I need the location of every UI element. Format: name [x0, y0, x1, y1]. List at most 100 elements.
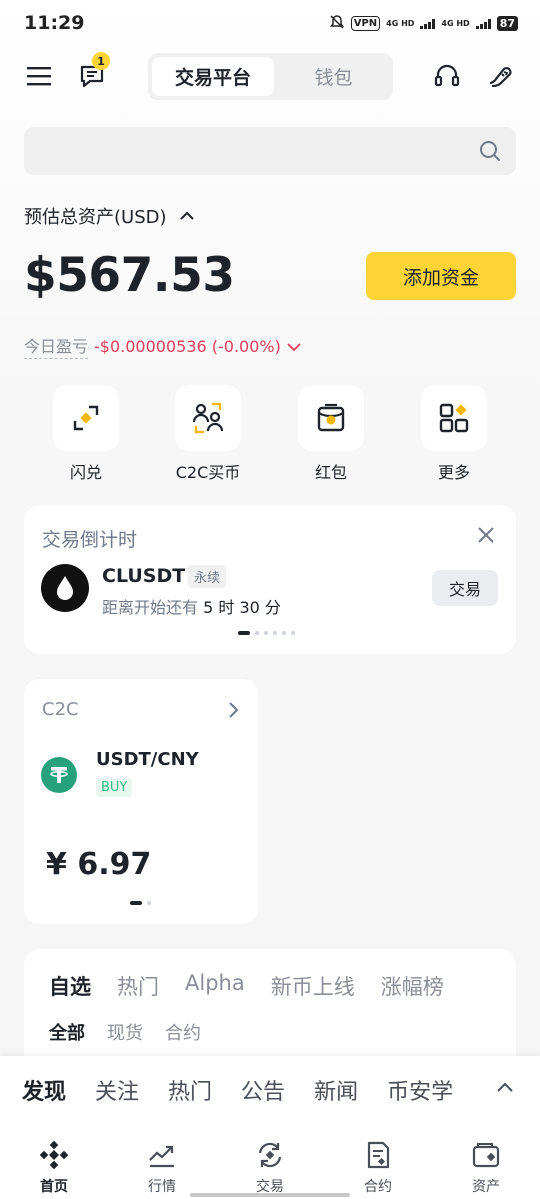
nav-label: 资产 [472, 1179, 500, 1195]
shortcut-label: 更多 [437, 463, 470, 482]
perpetual-tag: 永续 [188, 565, 227, 588]
platform-switch: 交易平台 钱包 [148, 53, 393, 100]
signal-2-icon [475, 18, 491, 29]
estimated-balance-label[interactable]: 预估总资产(USD) [24, 203, 194, 229]
tab-hot[interactable]: 热门 [117, 971, 159, 1001]
nav-markets[interactable]: 行情 [108, 1138, 216, 1196]
coin-logo-icon [41, 564, 89, 612]
c2c-header: C2C [42, 699, 79, 720]
subtab-spot[interactable]: 现货 [107, 1019, 143, 1045]
c2c-card[interactable]: C2C USDT/CNY BUY ¥ 6.97 [24, 679, 258, 924]
pager-dot [264, 631, 268, 635]
countdown-text: 距离开始还有 5 时 30 分 [102, 594, 281, 618]
discover-tabs: 发现 关注 热门 公告 新闻 币安学 [22, 1074, 453, 1106]
more-icon [421, 385, 487, 451]
nav-trade[interactable]: 交易 [216, 1138, 324, 1196]
shortcut-c2c[interactable]: C2C买币 [158, 385, 258, 483]
home-icon [0, 1138, 108, 1172]
pager-dot [282, 631, 286, 635]
add-funds-button[interactable]: 添加资金 [366, 252, 516, 300]
mute-icon [329, 14, 345, 33]
discover-bar: 发现 关注 热门 公告 新闻 币安学 [0, 1056, 540, 1122]
coin-symbol: CLUSDT [102, 565, 186, 587]
c2c-pager [130, 901, 151, 905]
network-2-label: 4G HD [441, 19, 470, 28]
tab-following[interactable]: 关注 [95, 1074, 139, 1106]
tab-new-listings[interactable]: 新币上线 [271, 971, 355, 1001]
chevron-right-icon[interactable] [228, 701, 240, 723]
shortcut-label: C2C买币 [175, 463, 241, 482]
shortcut-label: 红包 [314, 463, 347, 482]
markets-icon [108, 1138, 216, 1172]
status-bar: 11:29 VPN 4G HD 4G HD 87 [0, 0, 540, 50]
tab-exchange[interactable]: 交易平台 [152, 57, 274, 96]
subtab-futures[interactable]: 合约 [165, 1019, 201, 1045]
pager-dot [147, 901, 151, 905]
chevron-up-icon[interactable] [496, 1078, 514, 1097]
market-card: 自选 热门 Alpha 新币上线 涨幅榜 全部 现货 合约 [24, 949, 516, 1069]
countdown-prefix: 距离开始还有 [102, 598, 199, 617]
convert-icon [53, 385, 119, 451]
nav-futures[interactable]: 合约 [324, 1138, 432, 1196]
shortcut-more[interactable]: 更多 [404, 385, 504, 483]
tab-news[interactable]: 新闻 [314, 1074, 358, 1106]
tab-trending[interactable]: 热门 [168, 1074, 212, 1106]
menu-icon[interactable] [23, 60, 55, 92]
tab-discover[interactable]: 发现 [22, 1074, 66, 1106]
status-time: 11:29 [24, 12, 85, 34]
tab-alpha[interactable]: Alpha [185, 971, 245, 1001]
market-tabs: 自选 热门 Alpha 新币上线 涨幅榜 [49, 971, 444, 1001]
shortcut-red-packet[interactable]: 红包 [281, 385, 381, 483]
pager-dot [130, 901, 142, 905]
tab-gainers[interactable]: 涨幅榜 [381, 971, 444, 1001]
shortcut-label: 闪兑 [69, 463, 102, 482]
bottom-nav: 首页 行情 交易 合约 资产 [0, 1122, 540, 1199]
subtab-all[interactable]: 全部 [49, 1019, 85, 1045]
search-icon [478, 139, 502, 167]
c2c-pair: USDT/CNY [96, 749, 199, 770]
rewards-icon[interactable] [484, 60, 516, 92]
trade-button[interactable]: 交易 [432, 570, 498, 606]
chevron-down-icon [287, 337, 301, 356]
status-icons: VPN 4G HD 4G HD 87 [329, 14, 518, 33]
nav-assets[interactable]: 资产 [432, 1138, 540, 1196]
today-pnl-label: 今日盈亏 [24, 333, 89, 359]
balance-value: $567.53 [24, 248, 235, 303]
c2c-price: ¥ 6.97 [46, 847, 152, 882]
network-1-label: 4G HD [386, 19, 415, 28]
market-subtabs: 全部 现货 合约 [49, 1019, 201, 1045]
app-screen: 11:29 VPN 4G HD 4G HD 87 1 交易平台 钱包 预估总资产… [0, 0, 540, 1199]
pager-dot [291, 631, 295, 635]
red-packet-icon [298, 385, 364, 451]
tab-announcements[interactable]: 公告 [241, 1074, 285, 1106]
pager-dot [238, 631, 250, 635]
shortcut-convert[interactable]: 闪兑 [36, 385, 136, 483]
tether-icon [41, 757, 77, 793]
top-bar: 1 交易平台 钱包 [0, 50, 540, 106]
home-indicator [190, 1193, 350, 1197]
countdown-time: 5 时 30 分 [203, 598, 281, 617]
support-headset-icon[interactable] [431, 60, 463, 92]
estimated-balance-text: 预估总资产(USD) [24, 207, 167, 228]
countdown-pager [238, 631, 295, 635]
today-pnl[interactable]: 今日盈亏 -$0.00000536 (-0.00%) [24, 333, 301, 359]
nav-home[interactable]: 首页 [0, 1138, 108, 1196]
pager-dot [273, 631, 277, 635]
tab-academy[interactable]: 币安学 [387, 1074, 453, 1106]
trading-countdown-card: 交易倒计时 CLUSDT 永续 距离开始还有 5 时 30 分 交易 [24, 505, 516, 654]
nav-label: 首页 [40, 1179, 68, 1195]
assets-icon [432, 1138, 540, 1172]
today-pnl-value: -$0.00000536 (-0.00%) [94, 336, 281, 356]
vpn-badge: VPN [350, 16, 381, 31]
network-2: 4G HD [441, 19, 469, 28]
countdown-title: 交易倒计时 [42, 529, 138, 551]
network-1: 4G HD [386, 19, 414, 28]
trade-icon [216, 1138, 324, 1172]
search-bar[interactable] [24, 127, 516, 175]
close-icon[interactable] [476, 525, 496, 549]
c2c-side-badge: BUY [96, 778, 133, 797]
battery-indicator: 87 [496, 16, 518, 31]
pager-dot [255, 631, 259, 635]
tab-favorites[interactable]: 自选 [49, 971, 91, 1001]
tab-wallet[interactable]: 钱包 [278, 57, 389, 96]
